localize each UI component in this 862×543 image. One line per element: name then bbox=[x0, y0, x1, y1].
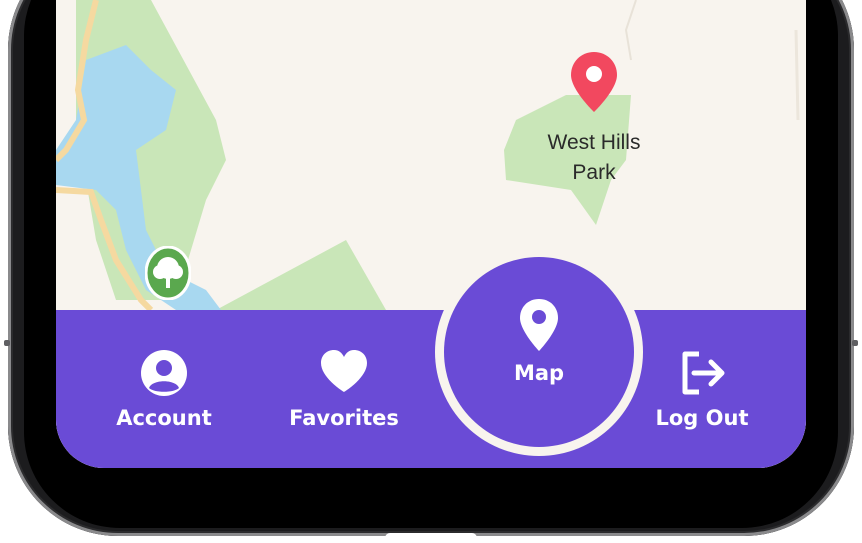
app-screen: West Hills Park Account Favorites Log Ou… bbox=[56, 0, 806, 468]
nav-item-account[interactable]: Account bbox=[94, 310, 234, 468]
map-place-label: West Hills Park bbox=[526, 128, 662, 188]
nav-item-logout[interactable]: Log Out bbox=[632, 310, 772, 468]
nav-item-map[interactable]: Map bbox=[444, 257, 634, 447]
nav-label-logout: Log Out bbox=[655, 406, 749, 430]
road-4 bbox=[794, 29, 800, 121]
nav-label-map: Map bbox=[513, 361, 565, 385]
nav-label-favorites: Favorites bbox=[289, 406, 399, 430]
location-pin-icon bbox=[520, 299, 558, 351]
heart-icon bbox=[321, 350, 367, 392]
location-pin-icon[interactable] bbox=[571, 52, 617, 112]
side-button-left bbox=[4, 340, 10, 346]
side-button-right bbox=[852, 340, 858, 346]
tree-icon[interactable] bbox=[145, 246, 191, 300]
place-label-line2: Park bbox=[572, 161, 616, 184]
logout-icon bbox=[682, 351, 725, 395]
place-label-line1: West Hills bbox=[547, 131, 641, 154]
bottom-nav-bar: Account Favorites Log Out bbox=[56, 310, 806, 468]
nav-label-account: Account bbox=[116, 406, 212, 430]
user-circle-icon bbox=[141, 350, 187, 396]
nav-item-favorites[interactable]: Favorites bbox=[274, 310, 414, 468]
home-indicator[interactable] bbox=[385, 533, 477, 543]
